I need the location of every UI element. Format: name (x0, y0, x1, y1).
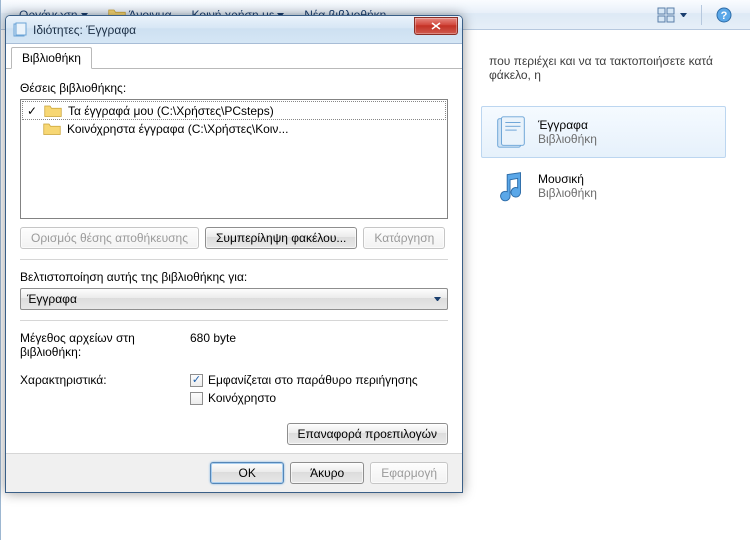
shared-label: Κοινόχρηστο (208, 391, 276, 405)
tab-library[interactable]: Βιβλιοθήκη (11, 47, 92, 69)
list-item[interactable]: Κοινόχρηστα έγγραφα (C:\Χρήστες\Κοιν... (22, 120, 446, 137)
library-title: Μουσική (538, 172, 597, 186)
library-icon (12, 22, 28, 38)
optimize-select[interactable]: Έγγραφα (20, 288, 448, 310)
library-subtitle: Βιβλιοθήκη (538, 132, 597, 146)
chevron-down-icon (680, 13, 687, 17)
help-icon: ? (716, 7, 732, 23)
library-item-music[interactable]: Μουσική Βιβλιοθήκη (481, 160, 726, 212)
show-in-nav-checkbox[interactable] (190, 374, 203, 387)
set-save-location-button: Ορισμός θέσης αποθήκευσης (20, 227, 199, 249)
list-item[interactable]: ✓ Τα έγγραφά μου (C:\Χρήστες\PCsteps) (22, 101, 446, 120)
dialog-footer: OK Άκυρο Εφαρμογή (6, 453, 462, 492)
properties-dialog: Ιδιότητες: Έγγραφα Βιβλιοθήκη Θέσεις βιβ… (5, 15, 463, 493)
size-label: Μέγεθος αρχείων στη βιβλιοθήκη: (20, 331, 170, 359)
views-icon (657, 7, 677, 23)
shared-checkbox[interactable] (190, 392, 203, 405)
dialog-body: Θέσεις βιβλιοθήκης: ✓ Τα έγγραφά μου (C:… (6, 69, 462, 453)
locations-listbox[interactable]: ✓ Τα έγγραφά μου (C:\Χρήστες\PCsteps) Κο… (20, 99, 448, 219)
titlebar[interactable]: Ιδιότητες: Έγγραφα (6, 16, 462, 44)
library-item-documents[interactable]: Έγγραφα Βιβλιοθήκη (481, 106, 726, 158)
close-button[interactable] (414, 17, 458, 35)
chevron-down-icon (434, 297, 441, 301)
close-icon (431, 22, 441, 30)
tab-strip: Βιβλιοθήκη (6, 44, 462, 69)
include-folder-button[interactable]: Συμπερίληψη φακέλου... (205, 227, 357, 249)
folder-icon (44, 103, 62, 118)
show-in-nav-label: Εμφανίζεται στο παράθυρο περιήγησης (208, 373, 418, 387)
svg-text:?: ? (721, 10, 728, 22)
library-title: Έγγραφα (538, 118, 597, 132)
restore-defaults-button[interactable]: Επαναφορά προεπιλογών (287, 423, 448, 445)
dialog-title: Ιδιότητες: Έγγραφα (33, 23, 414, 37)
checkmark-icon: ✓ (26, 104, 38, 118)
library-subtitle: Βιβλιοθήκη (538, 186, 597, 200)
remove-button: Κατάργηση (363, 227, 445, 249)
optimize-value: Έγγραφα (27, 292, 77, 306)
attributes-label: Χαρακτηριστικά: (20, 373, 170, 409)
apply-button: Εφαρμογή (370, 462, 448, 484)
help-button[interactable]: ? (706, 5, 742, 25)
view-options-button[interactable] (647, 5, 697, 25)
ok-button[interactable]: OK (210, 462, 284, 484)
locations-label: Θέσεις βιβλιοθήκης: (20, 81, 448, 95)
optimize-label: Βελτιστοποίηση αυτής της βιβλιοθήκης για… (20, 270, 448, 284)
explorer-hint-text: που περιέχει και να τα τακτοποιήσετε κατ… (481, 42, 738, 106)
music-library-icon (492, 167, 530, 205)
cancel-button[interactable]: Άκυρο (290, 462, 364, 484)
size-value: 680 byte (190, 331, 236, 359)
documents-library-icon (492, 113, 530, 151)
list-item-text: Τα έγγραφά μου (C:\Χρήστες\PCsteps) (68, 104, 274, 118)
folder-icon (43, 121, 61, 136)
list-item-text: Κοινόχρηστα έγγραφα (C:\Χρήστες\Κοιν... (67, 122, 288, 136)
